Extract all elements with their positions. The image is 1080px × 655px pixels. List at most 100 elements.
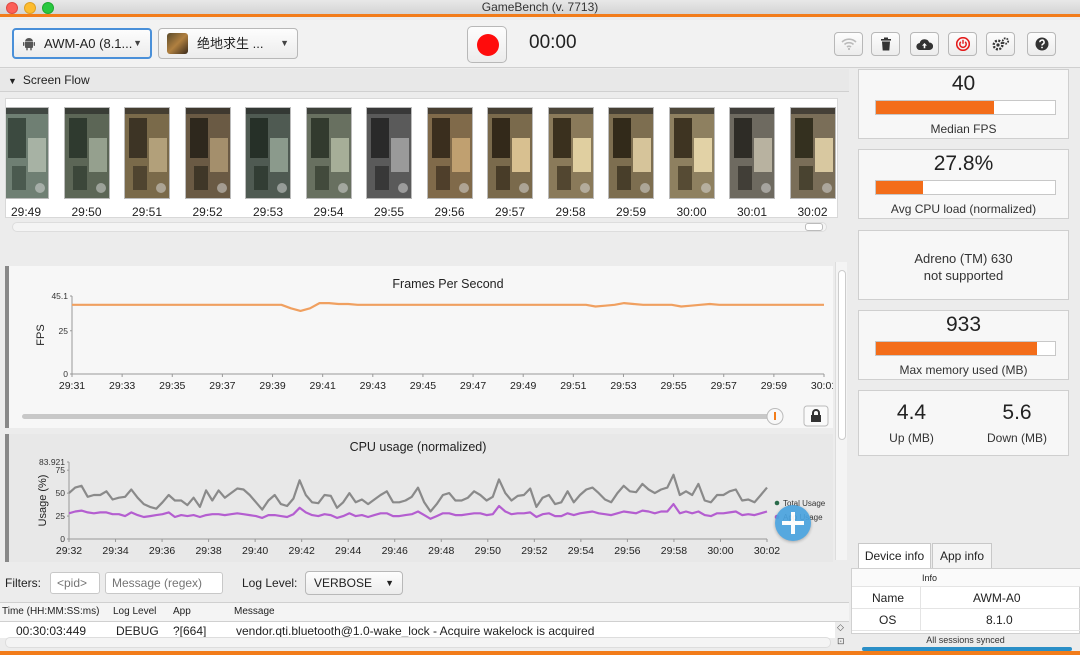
gpu-status: not supported [923,268,1004,283]
minimize-window-button[interactable] [24,2,36,14]
chart-title: CPU usage (normalized) [350,440,487,454]
log-horizontal-scrollbar[interactable] [5,637,831,648]
fps-chart-svg: Frames Per Second FPS 45.1 25 029:31 29:33 29:… [22,277,833,427]
filters-label: Filters: [5,576,41,590]
screen-flow-frame[interactable]: 29:56 [426,107,477,217]
log-level-select[interactable]: VERBOSE ▼ [305,571,403,595]
x-tick-label: 29:39 [259,380,285,392]
help-button[interactable] [1027,32,1056,56]
sort-arrows-icon[interactable]: ◇ [837,622,844,633]
scrollbar-thumb[interactable] [805,223,823,231]
screen-flow-frame[interactable]: 29:58 [547,107,598,217]
x-tick-label: 30:01 [811,380,833,392]
screenshot-thumbnail [305,107,353,200]
app-selector[interactable]: 绝地求生 ... ▼ [158,28,298,59]
frame-timestamp: 29:54 [313,205,344,218]
x-tick-label: 30:00 [707,545,733,557]
device-selector-label: AWM-A0 (8.1... [44,36,133,51]
pid-filter-input[interactable] [50,572,100,594]
screen-flow-frame[interactable]: 29:59 [608,107,658,217]
upload-button[interactable] [910,32,939,56]
x-tick-label: 29:45 [410,380,436,392]
median-fps-bar [875,100,1056,115]
screen-flow-frame[interactable]: 30:00 [668,107,719,218]
memory-bar [875,341,1056,356]
screen-flow-header[interactable]: ▼ Screen Flow [0,69,849,92]
screen-flow-frame[interactable]: 29:50 [63,107,114,218]
info-table-header: Info [852,569,1080,587]
screen-flow-scrollbar[interactable] [12,222,827,232]
screen-flow-frame[interactable]: 30:02 [789,107,838,217]
x-tick-label: 29:43 [360,380,386,392]
x-tick-label: 29:37 [209,380,235,392]
message-filter-input[interactable] [105,572,223,594]
frame-timestamp: 29:49 [10,205,42,218]
column-divider [920,587,921,631]
screen-flow-frame[interactable]: 29:55 [366,107,416,217]
tab-device-info[interactable]: Device info [858,543,931,569]
frame-timestamp: 30:00 [676,205,707,218]
maximize-window-button[interactable] [42,2,54,14]
x-tick-label: 29:54 [568,545,594,557]
x-tick-label: 29:32 [56,545,82,557]
close-window-button[interactable] [6,2,18,14]
x-tick-label: 29:38 [195,545,221,557]
screen-flow-frame[interactable]: 29:54 [305,107,356,218]
log-col-message[interactable]: Message [234,603,275,621]
resize-grip-icon[interactable]: ⊡ [837,636,845,647]
screen-flow-frame[interactable]: 29:49 [6,107,53,218]
log-col-app[interactable]: App [173,603,191,621]
screen-flow-panel: 29:49 29:50 29:51 29:52 29:53 29:54 29:55 29:56… [5,98,838,218]
wifi-button[interactable] [834,32,863,56]
x-tick-label: 29:55 [660,380,686,392]
delete-button[interactable] [871,32,900,56]
screenshot-thumbnail [184,107,232,200]
x-tick-label: 30:02 [754,545,780,557]
screen-flow-frame[interactable]: 29:52 [184,107,235,217]
app-icon [167,33,188,54]
x-tick-label: 29:31 [59,380,85,392]
screenshot-thumbnail [245,107,292,200]
screen-flow-frame[interactable]: 29:53 [245,107,295,218]
screen-flow-frame[interactable]: 29:51 [124,107,174,217]
log-row[interactable]: 00:30:03:449 DEBUG ?[664] vendor.qti.blu… [0,622,835,638]
chevron-down-icon: ▼ [133,38,142,48]
record-icon [477,34,499,56]
window-title: GameBench (v. 7713) [481,0,599,14]
series-line-app-usage [68,502,768,520]
net-up-label: Up (MB) [889,431,934,445]
screen-flow-frame[interactable]: 30:01 [729,107,779,217]
screenshot-thumbnail [547,107,595,200]
collapse-triangle-icon: ▼ [8,76,17,86]
info-key: Name [872,591,905,605]
screen-flow-frame[interactable]: 29:57 [487,107,537,217]
scrollbar-thumb[interactable] [838,270,846,440]
tab-app-info[interactable]: App info [932,543,992,569]
record-button[interactable] [467,26,507,63]
x-tick-label: 29:51 [560,380,586,392]
info-row: OS 8.1.0 [852,609,1080,631]
log-col-level[interactable]: Log Level [113,603,156,621]
charts-vertical-scrollbar[interactable] [835,262,847,560]
screen-flow-title: Screen Flow [22,73,90,87]
x-tick-label: 29:36 [149,545,175,557]
log-time: 00:30:03:449 [16,624,87,638]
x-tick-label: 29:59 [761,380,787,392]
add-chart-button[interactable] [775,505,811,541]
frame-timestamp: 29:50 [71,205,102,218]
session-timer: 00:00 [529,32,577,53]
stop-session-button[interactable] [948,32,977,56]
avg-cpu-bar-fill [876,181,923,194]
screenshot-thumbnail [124,107,171,200]
log-col-time[interactable]: Time (HH:MM:SS:ms) [2,603,99,621]
device-selector[interactable]: AWM-A0 (8.1... ▼ [12,28,152,59]
settings-button[interactable] [986,32,1015,56]
info-key: OS [879,613,897,627]
log-table-header: Time (HH:MM:SS:ms) Log Level App Message [0,602,849,622]
device-info-table: Info Name AWM-A0 OS 8.1.0 [851,568,1080,634]
frame-timestamp: 29:53 [252,205,284,218]
time-range-slider[interactable] [22,414,782,419]
chart-title: Frames Per Second [392,277,503,291]
info-value: AWM-A0 [973,591,1021,605]
network-card: 4.4 Up (MB) 5.6 Down (MB) [858,390,1069,456]
